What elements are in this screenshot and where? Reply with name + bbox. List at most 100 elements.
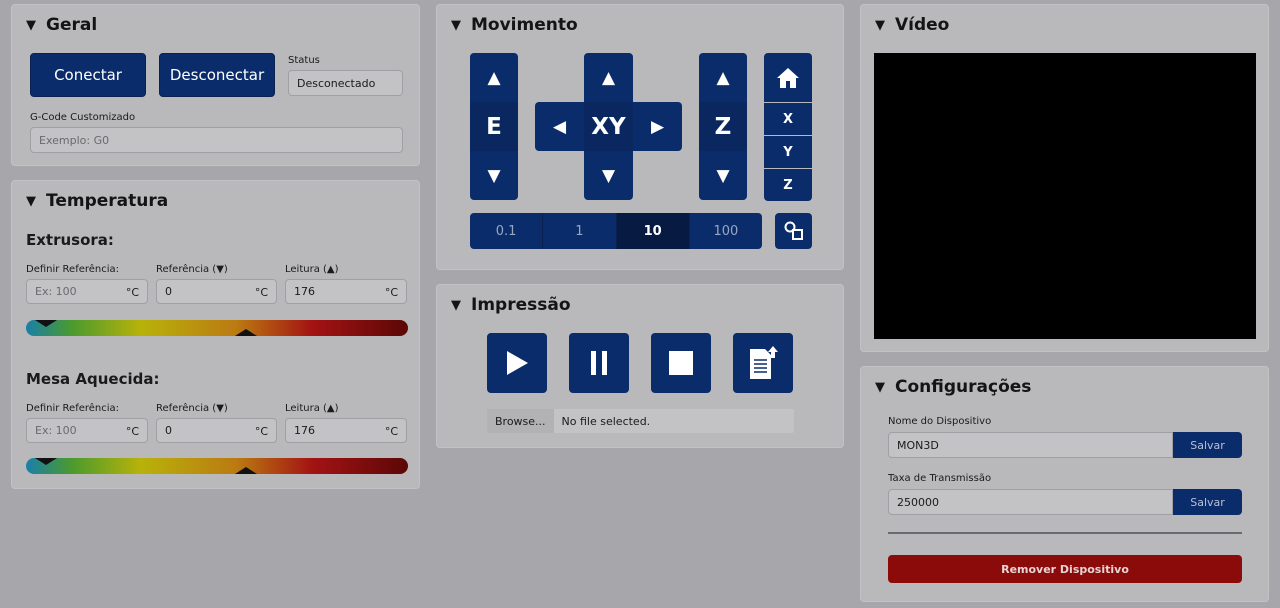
pause-button[interactable] <box>569 333 629 393</box>
collapse-caret-icon: ▼ <box>451 297 461 313</box>
pause-icon <box>591 351 607 375</box>
file-status-text: No file selected. <box>561 414 651 428</box>
celsius-unit: °C <box>384 286 398 299</box>
upload-file-button[interactable] <box>733 333 793 393</box>
save-baud-rate-button[interactable]: Salvar <box>1173 489 1242 515</box>
extrusora-setpoint-placeholder: Ex: 100 <box>35 285 77 298</box>
impressao-title: Impressão <box>471 295 571 315</box>
extrusora-ref-field: 0 °C <box>156 279 277 304</box>
home-z-button[interactable]: Z <box>764 169 812 201</box>
baud-rate-label: Taxa de Transmissão <box>888 473 992 484</box>
mesa-setpoint-placeholder: Ex: 100 <box>35 424 77 437</box>
x-left-button[interactable]: ◀ <box>535 102 584 151</box>
video-feed <box>874 53 1256 339</box>
baud-rate-input[interactable]: 250000 <box>888 489 1173 515</box>
home-all-button[interactable] <box>764 53 812 102</box>
impressao-panel: ▼ Impressão Browse... No file selected. <box>436 284 844 448</box>
collapse-caret-icon: ▼ <box>875 17 885 33</box>
mesa-ref-value: 0 <box>165 424 172 437</box>
step-option[interactable]: 1 <box>543 213 617 249</box>
play-button[interactable] <box>487 333 547 393</box>
mesa-setpoint-input[interactable]: Ex: 100 °C <box>26 418 148 443</box>
configuracoes-panel: ▼ Configurações Nome do Dispositivo MON3… <box>860 366 1269 602</box>
video-panel: ▼ Vídeo <box>860 4 1269 352</box>
home-icon <box>777 67 799 88</box>
temperatura-panel: ▼ Temperatura Extrusora: Definir Referên… <box>11 180 420 489</box>
celsius-unit: °C <box>384 425 398 438</box>
home-x-button[interactable]: X <box>764 103 812 135</box>
home-y-button[interactable]: Y <box>764 136 812 168</box>
mesa-temp-bar <box>26 458 408 474</box>
y-down-button[interactable]: ▼ <box>584 151 633 200</box>
e-label: E <box>470 102 518 151</box>
mesa-leitura-value: 176 <box>294 424 315 437</box>
celsius-unit: °C <box>254 286 268 299</box>
stop-icon <box>669 351 693 375</box>
collapse-caret-icon: ▼ <box>875 379 885 395</box>
movimento-header[interactable]: ▼ Movimento <box>451 15 578 35</box>
reference-marker <box>35 458 57 465</box>
x-right-button[interactable]: ▶ <box>633 102 682 151</box>
mesa-ref-label: Referência (▼) <box>156 403 228 414</box>
remove-device-button[interactable]: Remover Dispositivo <box>888 555 1242 583</box>
z-down-button[interactable]: ▼ <box>699 151 747 200</box>
status-label: Status <box>288 55 320 66</box>
gcode-input[interactable]: Exemplo: G0 <box>30 127 403 153</box>
collapse-caret-icon: ▼ <box>451 17 461 33</box>
extrusora-leitura-value: 176 <box>294 285 315 298</box>
gcode-placeholder: Exemplo: G0 <box>39 133 110 147</box>
step-option-active[interactable]: 10 <box>616 213 690 249</box>
connect-button[interactable]: Conectar <box>30 53 146 97</box>
movimento-title: Movimento <box>471 15 578 35</box>
e-down-button[interactable]: ▼ <box>470 151 518 200</box>
geral-title: Geral <box>46 15 98 35</box>
mesa-leitura-field: 176 °C <box>285 418 407 443</box>
extrusora-setpoint-input[interactable]: Ex: 100 °C <box>26 279 148 304</box>
step-option[interactable]: 0.1 <box>470 213 544 249</box>
collapse-caret-icon: ▼ <box>26 193 36 209</box>
save-device-name-button[interactable]: Salvar <box>1173 432 1242 458</box>
video-title: Vídeo <box>895 15 950 35</box>
temperatura-header[interactable]: ▼ Temperatura <box>26 191 168 211</box>
gcode-label: G-Code Customizado <box>30 112 136 123</box>
celsius-unit: °C <box>125 286 139 299</box>
motors-off-icon <box>784 221 803 240</box>
video-header[interactable]: ▼ Vídeo <box>875 15 949 35</box>
z-label: Z <box>699 102 747 151</box>
configuracoes-title: Configurações <box>895 377 1032 397</box>
geral-header[interactable]: ▼ Geral <box>26 15 97 35</box>
device-name-input[interactable]: MON3D <box>888 432 1173 458</box>
geral-panel: ▼ Geral Conectar Desconectar Status Desc… <box>11 4 420 166</box>
z-up-button[interactable]: ▲ <box>699 53 747 102</box>
mesa-label: Mesa Aquecida: <box>26 370 160 388</box>
extrusora-temp-bar <box>26 320 408 336</box>
motors-off-button[interactable] <box>775 213 812 249</box>
xy-label: XY <box>584 102 633 151</box>
device-name-value: MON3D <box>897 438 939 452</box>
extrusora-leitura-field: 176 °C <box>285 279 407 304</box>
reading-marker <box>235 467 257 474</box>
stop-button[interactable] <box>651 333 711 393</box>
mesa-leitura-label: Leitura (▲) <box>285 403 339 414</box>
collapse-caret-icon: ▼ <box>26 17 36 33</box>
temperatura-title: Temperatura <box>46 191 169 211</box>
status-value: Desconectado <box>297 76 376 90</box>
reading-marker <box>235 329 257 336</box>
extrusora-label: Extrusora: <box>26 231 114 249</box>
e-up-button[interactable]: ▲ <box>470 53 518 102</box>
configuracoes-header[interactable]: ▼ Configurações <box>875 377 1031 397</box>
device-name-label: Nome do Dispositivo <box>888 416 992 427</box>
divider <box>888 532 1242 534</box>
step-option[interactable]: 100 <box>689 213 762 249</box>
impressao-header[interactable]: ▼ Impressão <box>451 295 571 315</box>
extrusora-ref-label: Referência (▼) <box>156 264 228 275</box>
y-up-button[interactable]: ▲ <box>584 53 633 102</box>
disconnect-button[interactable]: Desconectar <box>159 53 275 97</box>
extrusora-def-ref-label: Definir Referência: <box>26 264 120 275</box>
extrusora-leitura-label: Leitura (▲) <box>285 264 339 275</box>
celsius-unit: °C <box>125 425 139 438</box>
browse-button[interactable]: Browse... <box>487 409 554 433</box>
file-input[interactable]: Browse... No file selected. <box>487 409 794 433</box>
mesa-ref-field: 0 °C <box>156 418 277 443</box>
movimento-panel: ▼ Movimento ▲ E ▼ ▲ ◀ XY ▶ ▼ ▲ Z ▼ X Y Z… <box>436 4 844 270</box>
